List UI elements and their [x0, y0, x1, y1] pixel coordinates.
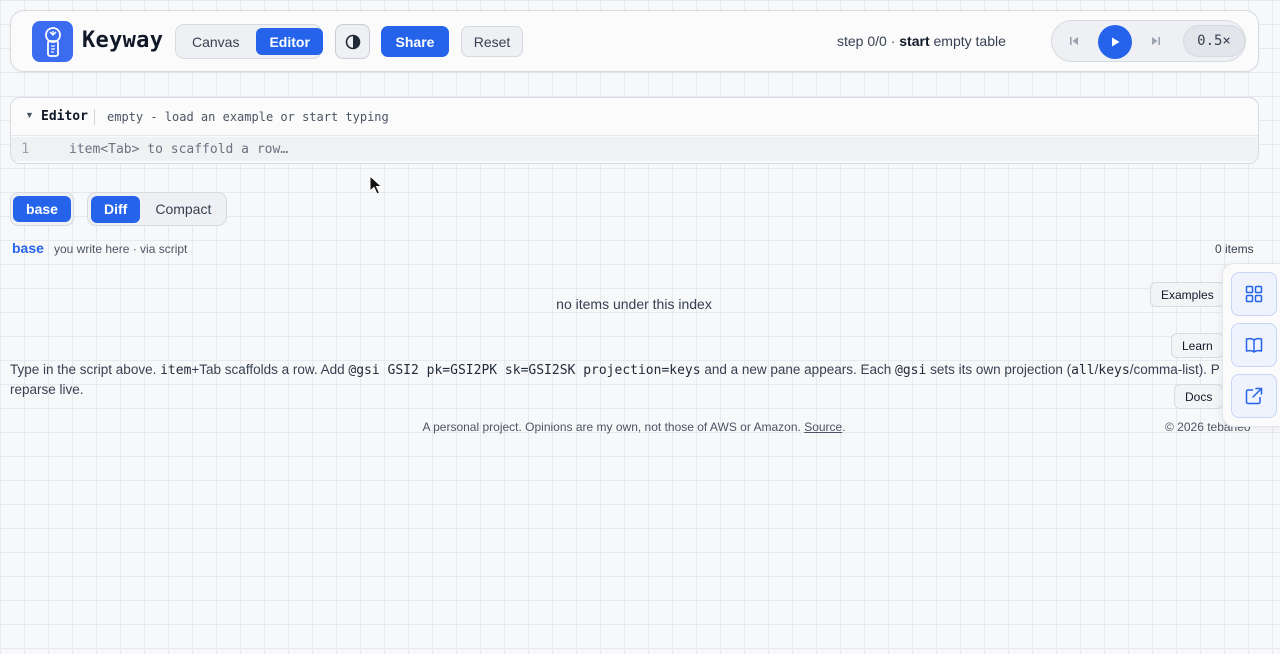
learn-label[interactable]: Learn — [1171, 333, 1224, 358]
contrast-icon — [345, 34, 360, 49]
footer-text-end: . — [842, 420, 846, 434]
footer-text: A personal project. Opinions are my own,… — [422, 420, 805, 434]
source-link[interactable]: Source — [804, 420, 842, 434]
skip-forward-icon — [1152, 37, 1160, 45]
mode-switch: Canvas Editor — [175, 24, 323, 59]
tab-compact[interactable]: Compact — [142, 196, 224, 223]
help-text-part: and a new pane appears. Each — [700, 362, 895, 377]
book-icon — [1245, 337, 1263, 353]
editor-hint: empty - load an example or start typing — [107, 110, 389, 124]
app-brand: Keyway — [82, 28, 164, 53]
divider — [94, 109, 95, 125]
keyway-logo-icon — [32, 21, 73, 62]
help-code: keys — [1098, 363, 1130, 378]
theme-toggle-button[interactable] — [335, 24, 370, 59]
help-text-part: reparse live. — [10, 382, 84, 397]
help-text-part: /comma-list). P — [1129, 362, 1220, 377]
step-keyword: start — [899, 33, 930, 49]
reset-button[interactable]: Reset — [461, 26, 523, 57]
pane-title: base — [12, 240, 44, 256]
examples-label[interactable]: Examples — [1150, 282, 1225, 307]
skip-back-button[interactable] — [1065, 32, 1083, 50]
editor-line[interactable]: 1 item<Tab> to scaffold a row… — [11, 137, 1258, 161]
share-button[interactable]: Share — [381, 26, 449, 57]
skip-forward-button[interactable] — [1147, 32, 1165, 50]
grid-icon — [1245, 285, 1263, 303]
playback-controls: 0.5× — [1051, 20, 1246, 62]
tab-base-index[interactable]: base — [13, 196, 71, 222]
external-link-icon — [1245, 387, 1263, 405]
help-text: Type in the script above. item+Tab scaff… — [10, 360, 1225, 400]
play-button[interactable] — [1098, 25, 1132, 59]
footer-note: A personal project. Opinions are my own,… — [0, 420, 1268, 434]
step-description: empty table — [933, 33, 1006, 49]
help-code: @gsi GSI2 pk=GSI2PK sk=GSI2SK projection… — [348, 363, 701, 378]
side-dock — [1222, 263, 1280, 427]
play-icon — [1112, 37, 1120, 47]
editor-header[interactable]: ▼ Editor empty - load an example or star… — [11, 98, 1258, 136]
help-code: item — [160, 363, 192, 378]
docs-button[interactable] — [1231, 374, 1277, 418]
tab-canvas[interactable]: Canvas — [179, 28, 252, 55]
script-editor: ▼ Editor empty - load an example or star… — [10, 97, 1259, 164]
help-text-part: sets its own projection ( — [926, 362, 1072, 377]
docs-label[interactable]: Docs — [1174, 384, 1224, 409]
tab-diff[interactable]: Diff — [91, 195, 141, 223]
learn-button[interactable] — [1231, 323, 1277, 367]
help-text-part: +Tab scaffolds a row. Add — [191, 362, 349, 377]
help-code: @gsi — [895, 363, 927, 378]
mouse-cursor-icon — [369, 174, 383, 200]
line-number: 1 — [21, 141, 30, 157]
editor-placeholder[interactable]: item<Tab> to scaffold a row… — [69, 142, 288, 157]
item-count: 0 items — [1215, 242, 1254, 256]
index-tabs: base — [10, 192, 74, 226]
help-text-part: Type in the script above. — [10, 362, 161, 377]
view-switch: Diff Compact — [87, 192, 227, 226]
step-counter: step 0/0 · — [837, 33, 896, 49]
editor-title: Editor — [41, 109, 88, 124]
speed-selector[interactable]: 0.5× — [1183, 25, 1245, 57]
top-toolbar: Keyway Canvas Editor Share Reset step 0/… — [10, 10, 1259, 72]
empty-state-message: no items under this index — [556, 296, 712, 312]
pane-description: you write here · via script — [54, 242, 188, 256]
collapse-caret-icon[interactable]: ▼ — [25, 110, 34, 120]
step-indicator: step 0/0 · start empty table — [837, 33, 1006, 49]
examples-button[interactable] — [1231, 272, 1277, 316]
skip-back-icon — [1070, 37, 1078, 45]
help-code: all — [1071, 363, 1095, 378]
tab-editor[interactable]: Editor — [256, 28, 323, 55]
